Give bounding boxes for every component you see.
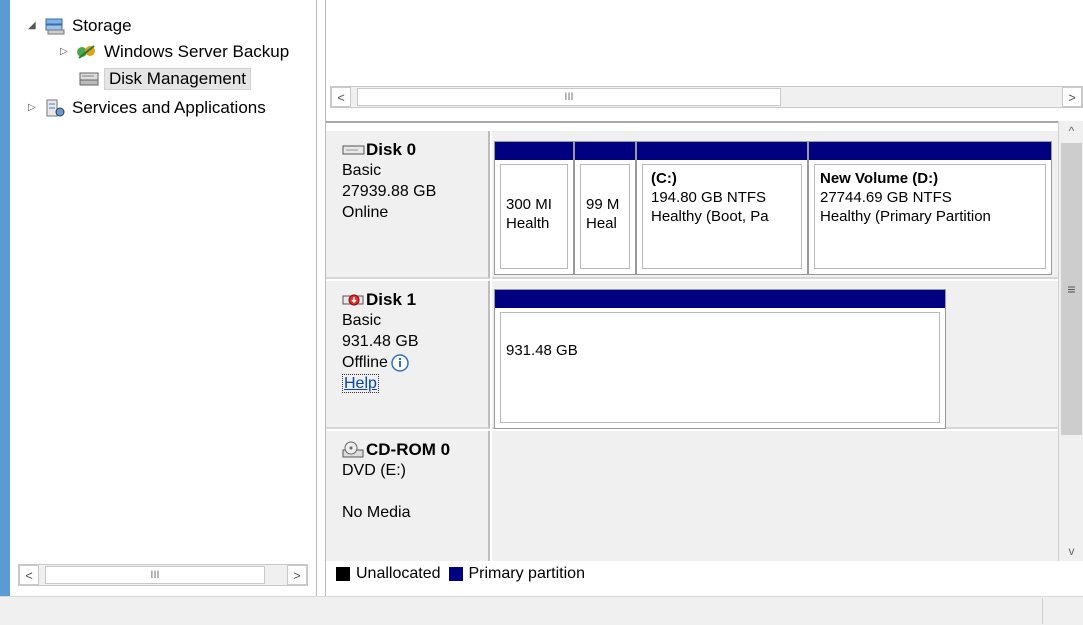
legend-bar: Unallocated Primary partition [326,561,1083,587]
primary-partition-bar [495,142,573,160]
disk-management-icon [78,70,100,88]
primary-partition-bar [575,142,635,160]
partition-status: Healthy (Boot, Pa [651,208,769,225]
tree-item-label: Disk Management [104,68,252,90]
scroll-up-button[interactable]: ^ [1059,121,1083,141]
help-link[interactable]: Help [342,374,379,393]
services-icon [44,99,66,117]
disk-name: CD-ROM 0 [342,439,488,460]
status-bar [0,596,1083,625]
collapsed-arrow-icon[interactable]: ▷ [60,47,70,57]
partition-status: Heal [586,215,617,232]
partition-c[interactable]: (C:) 194.80 GB NTFS Healthy (Boot, Pa [636,141,808,275]
disk-name: Disk 0 [342,139,488,160]
volume-list-horizontal-scrollbar[interactable]: < III > [330,86,1083,108]
left-accent-strip [0,0,10,624]
expanded-arrow-icon[interactable]: ◢ [28,21,38,31]
primary-partition-bar [495,290,945,308]
disk-name: Disk 1 [342,289,488,310]
partition-title: New Volume (D:) [820,170,939,187]
cdrom-0-label[interactable]: CD-ROM 0 DVD (E:) No Media [326,431,490,563]
disk-icon [342,145,365,154]
storage-icon [44,17,66,35]
partition-status: Healthy (Primary Partition [820,208,991,225]
backup-icon [76,43,98,61]
disk-map-pane: Disk 0 Basic 27939.88 GB Online 300 MI H… [326,121,1058,563]
partition-title: (C:) [651,170,677,187]
disk-0-partitions: 300 MI Health 99 M Heal (C:) 194.80 GB N… [492,131,1058,279]
primary-partition-bar [637,142,807,160]
partition-recovery[interactable]: 300 MI Health [494,141,574,275]
partition-disk-1[interactable]: 931.48 GB [494,289,946,429]
partition-d[interactable]: New Volume (D:) 27744.69 GB NTFS Healthy… [808,141,1052,275]
scroll-right-button[interactable]: > [1062,87,1082,107]
disk-status: Online [342,204,389,221]
scroll-thumb[interactable]: III [357,88,781,106]
disk-status: Offline [342,354,388,371]
legend-primary: Primary partition [468,565,585,582]
cdrom-icon [342,441,364,457]
tree-item-storage[interactable]: ◢ Storage [28,15,132,37]
partition-size: 194.80 GB NTFS [651,189,767,206]
tree-item-label: Windows Server Backup [104,42,290,61]
disk-status-row: Offline [342,352,488,373]
tree-item-label: Storage [72,16,132,35]
partition-size: 300 MI [506,196,552,213]
scroll-down-button[interactable]: v [1059,541,1083,561]
scroll-left-button[interactable]: < [19,565,39,585]
status-bar-divider [1042,598,1043,624]
tree-item-label: Services and Applications [72,98,266,117]
disk-size: 27939.88 GB [342,183,437,200]
partition-size: 931.48 GB [506,342,578,359]
tree-item-services-and-applications[interactable]: ▷ Services and Applications [28,97,266,119]
volume-list-pane: < III > [326,0,1083,114]
disk-type: Basic [342,162,382,179]
partition-efi[interactable]: 99 M Heal [574,141,636,275]
disk-size: 931.48 GB [342,333,419,350]
drive-letter: DVD (E:) [342,462,406,479]
partition-size: 99 M [586,196,620,213]
pane-splitter[interactable] [316,0,326,596]
scroll-thumb[interactable]: ≡ [1061,143,1082,435]
tree-item-windows-server-backup[interactable]: ▷ Windows Server Backup [60,41,289,63]
partition-size: 27744.69 GB NTFS [820,189,952,206]
unallocated-swatch [336,567,350,581]
disk-1-partitions: 931.48 GB [492,281,1058,429]
disk-map-vertical-scrollbar[interactable]: ^ ≡ v [1058,121,1083,561]
disk-1-label[interactable]: Disk 1 Basic 931.48 GB Offline Help [326,281,490,429]
primary-partition-bar [809,142,1051,160]
disk-0-label[interactable]: Disk 0 Basic 27939.88 GB Online [326,131,490,279]
tree-item-disk-management[interactable]: Disk Management [78,68,252,90]
tree-horizontal-scrollbar[interactable]: < III > [18,564,308,586]
partition-status: Health [506,215,550,232]
scroll-thumb[interactable]: III [45,566,265,584]
console-tree: ◢ Storage ▷ Windows Server Backup Disk M… [10,0,316,590]
scroll-left-button[interactable]: < [331,87,351,107]
info-icon[interactable] [390,353,410,373]
scroll-right-button[interactable]: > [287,565,307,585]
primary-partition-swatch [448,567,463,581]
offline-disk-icon [342,294,364,305]
disk-type: Basic [342,312,382,329]
legend-unallocated: Unallocated [356,565,441,582]
media-status: No Media [342,504,411,521]
collapsed-arrow-icon[interactable]: ▷ [28,103,38,113]
cdrom-0-area [492,431,1058,563]
